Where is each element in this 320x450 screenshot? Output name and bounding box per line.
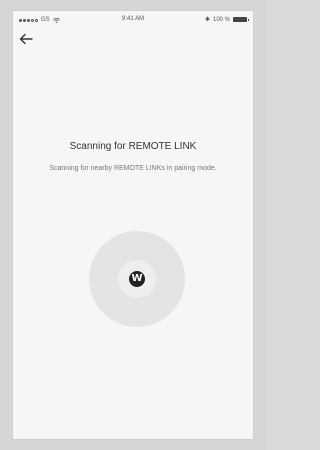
scan-animation-outer: W bbox=[89, 231, 185, 327]
status-right: ✱ 100 % bbox=[204, 16, 249, 23]
bluetooth-icon: ✱ bbox=[204, 17, 210, 23]
arrow-left-icon bbox=[19, 33, 33, 45]
scan-animation-inner: W bbox=[118, 260, 156, 298]
page-title: Scanning for REMOTE LINK bbox=[69, 141, 197, 152]
battery-icon bbox=[233, 17, 249, 22]
back-button[interactable] bbox=[19, 33, 39, 49]
status-bar: GS 9:41 AM ✱ 100 % bbox=[13, 11, 253, 29]
device-frame: GS 9:41 AM ✱ 100 % Scanning for REMOTE L… bbox=[0, 0, 266, 450]
page-subtitle: Scanning for nearby REMOTE LINKs in pair… bbox=[49, 165, 217, 172]
battery-percent: 100 % bbox=[212, 16, 230, 23]
remote-link-logo-icon: W bbox=[129, 271, 145, 287]
app-screen: GS 9:41 AM ✱ 100 % Scanning for REMOTE L… bbox=[12, 10, 254, 440]
